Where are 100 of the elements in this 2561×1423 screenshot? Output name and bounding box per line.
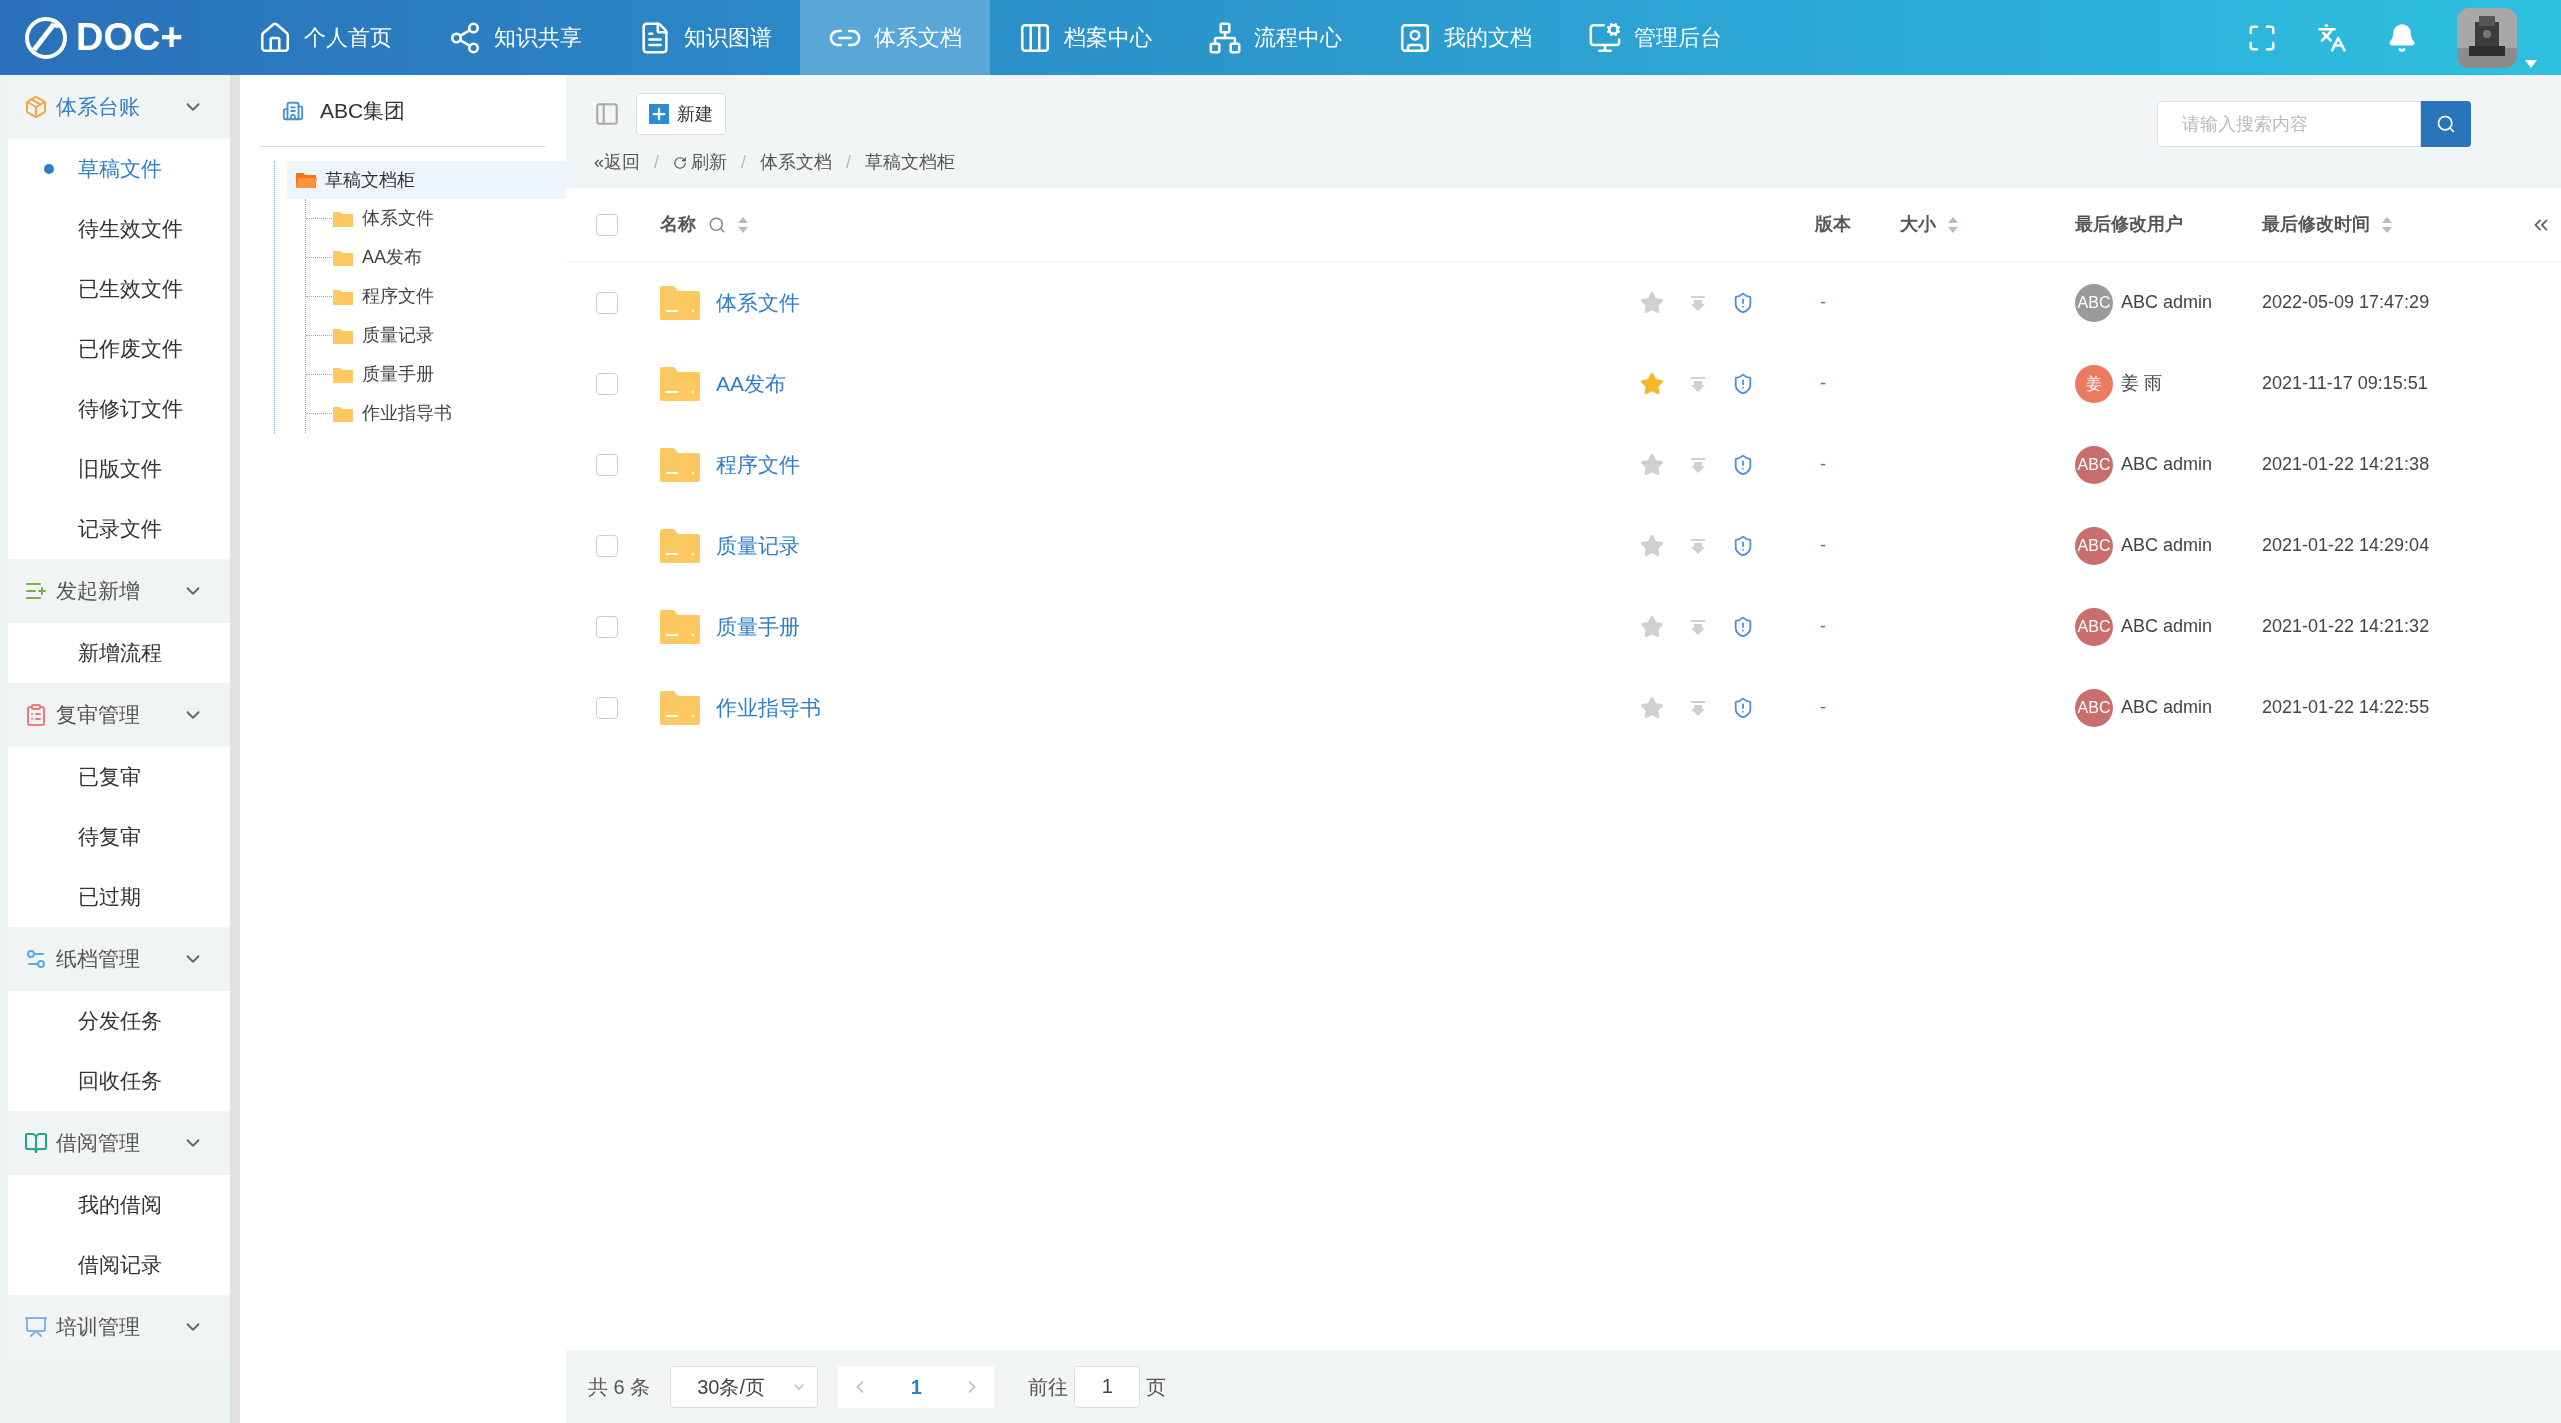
breadcrumb-link[interactable]: 体系文档 (760, 149, 833, 176)
shield-icon[interactable] (1732, 453, 1754, 476)
tree-node[interactable]: 作业指导书 (332, 400, 452, 427)
caret-down-icon[interactable] (2525, 59, 2537, 68)
sidebar-item[interactable]: 已复审 (8, 747, 230, 807)
row-checkbox[interactable] (596, 534, 618, 557)
sidebar-item[interactable]: 已过期 (8, 867, 230, 927)
table-cell-text: ABC admin (2121, 534, 2213, 557)
sidebar-item[interactable]: 旧版文件 (8, 439, 230, 499)
folder-icon (332, 248, 354, 267)
star-icon[interactable] (1640, 614, 1664, 639)
sidebar-item[interactable]: 待复审 (8, 807, 230, 867)
sidebar-item[interactable]: 借阅记录 (8, 1235, 230, 1295)
folder-icon (332, 365, 354, 384)
folder-icon (332, 404, 354, 423)
breadcrumb-link[interactable]: «返回 (594, 149, 640, 176)
sidebar-item[interactable]: 已作废文件 (8, 319, 230, 379)
row-checkbox[interactable] (596, 291, 618, 314)
table-cell-text: ABC admin (2121, 615, 2213, 638)
sidebar-item[interactable]: 我的借阅 (8, 1175, 230, 1235)
search-icon (2436, 114, 2456, 134)
user-avatar: ABC (2075, 688, 2113, 727)
sidebar-item[interactable]: 草稿文件 (8, 139, 230, 199)
sort-icon[interactable] (1948, 216, 1958, 233)
file-name-link[interactable]: AA发布 (716, 367, 786, 400)
scrollbar[interactable] (230, 75, 240, 1423)
tree-title: ABC集团 (320, 97, 406, 124)
translate-icon[interactable] (2317, 22, 2347, 53)
breadcrumb-link[interactable]: 刷新 (673, 149, 728, 176)
search-icon[interactable] (708, 215, 726, 234)
row-checkbox[interactable] (596, 372, 618, 395)
star-icon[interactable] (1640, 695, 1664, 720)
search-button[interactable] (2421, 101, 2471, 147)
user-avatar: 姜 (2075, 364, 2113, 403)
column-header: 最后修改用户 (2075, 213, 2184, 236)
file-name-link[interactable]: 质量手册 (716, 610, 800, 643)
nav-tab[interactable]: 个人首页 (230, 0, 420, 75)
file-name-link[interactable]: 体系文件 (716, 286, 800, 319)
file-name-link[interactable]: 作业指导书 (716, 691, 821, 724)
breadcrumb-link[interactable]: 草稿文档柜 (865, 149, 956, 176)
shield-icon[interactable] (1732, 372, 1754, 395)
page-number[interactable]: 1 (910, 1371, 922, 1402)
shield-icon[interactable] (1732, 615, 1754, 638)
file-name-link[interactable]: 程序文件 (716, 448, 800, 481)
folder-icon (332, 209, 354, 228)
nav-tab[interactable]: 知识图谱 (610, 0, 800, 75)
tree-node[interactable]: 程序文件 (332, 283, 434, 310)
building-icon (282, 99, 304, 122)
page-size-select[interactable]: 30条/页 (670, 1365, 819, 1408)
star-icon[interactable] (1640, 452, 1664, 477)
table-cell-text: - (1819, 453, 1827, 476)
tree-node[interactable]: AA发布 (332, 244, 422, 271)
panel-toggle-icon[interactable] (594, 101, 620, 127)
sidebar-item[interactable]: 已生效文件 (8, 259, 230, 319)
tree-node[interactable]: 体系文件 (332, 205, 434, 232)
table-cell-text: 2021-01-22 14:21:38 (2261, 453, 2431, 476)
sidebar-item[interactable]: 分发任务 (8, 991, 230, 1051)
page-input[interactable]: 1 (1074, 1365, 1141, 1408)
shield-icon[interactable] (1732, 291, 1754, 314)
folder-icon (660, 690, 700, 725)
row-checkbox[interactable] (596, 453, 618, 476)
sidebar-item[interactable]: 新增流程 (8, 623, 230, 683)
row-checkbox[interactable] (596, 696, 618, 719)
breadcrumb-separator: / (654, 151, 660, 174)
sort-icon[interactable] (738, 216, 748, 233)
sidebar-item[interactable]: 回收任务 (8, 1051, 230, 1111)
star-icon[interactable] (1640, 290, 1664, 315)
sort-icon[interactable] (2382, 216, 2392, 233)
folder-icon (332, 287, 354, 306)
user-avatar: ABC (2075, 283, 2113, 322)
shield-icon[interactable] (1732, 534, 1754, 557)
shield-icon[interactable] (1732, 696, 1754, 719)
nav-tab[interactable]: 知识共享 (420, 0, 610, 75)
table-cell-text: 姜 雨 (2121, 372, 2162, 395)
logo-icon (24, 15, 68, 60)
select-all-checkbox[interactable] (596, 213, 618, 236)
table-cell-text: - (1819, 615, 1827, 638)
logo-text: DOC+ (76, 15, 183, 60)
sitemap-icon (1208, 20, 1242, 55)
sidebar-item[interactable]: 记录文件 (8, 499, 230, 559)
star-icon[interactable] (1640, 533, 1664, 558)
folder-icon (660, 285, 700, 320)
tree-node[interactable]: 质量手册 (332, 361, 434, 388)
sidebar-item[interactable]: 待生效文件 (8, 199, 230, 259)
star-icon[interactable] (1640, 371, 1664, 396)
new-button[interactable]: 新建 (636, 93, 726, 135)
refresh-icon (673, 155, 688, 170)
bell-icon[interactable] (2387, 22, 2417, 53)
row-checkbox[interactable] (596, 615, 618, 638)
table-cell-text: 2022-05-09 17:47:29 (2261, 291, 2431, 314)
tree-node[interactable]: 草稿文档柜 (287, 161, 575, 199)
folder-icon (660, 366, 700, 401)
home-icon (258, 20, 292, 55)
tree-node[interactable]: 质量记录 (332, 322, 434, 349)
file-name-link[interactable]: 质量记录 (716, 529, 800, 562)
column-header: 大小 (1900, 213, 1936, 236)
search-field[interactable]: 请输入搜索内容 (2157, 101, 2421, 147)
table-cell-text: ABC admin (2121, 696, 2213, 719)
folder-icon (295, 171, 317, 189)
sidebar-item[interactable]: 待修订文件 (8, 379, 230, 439)
